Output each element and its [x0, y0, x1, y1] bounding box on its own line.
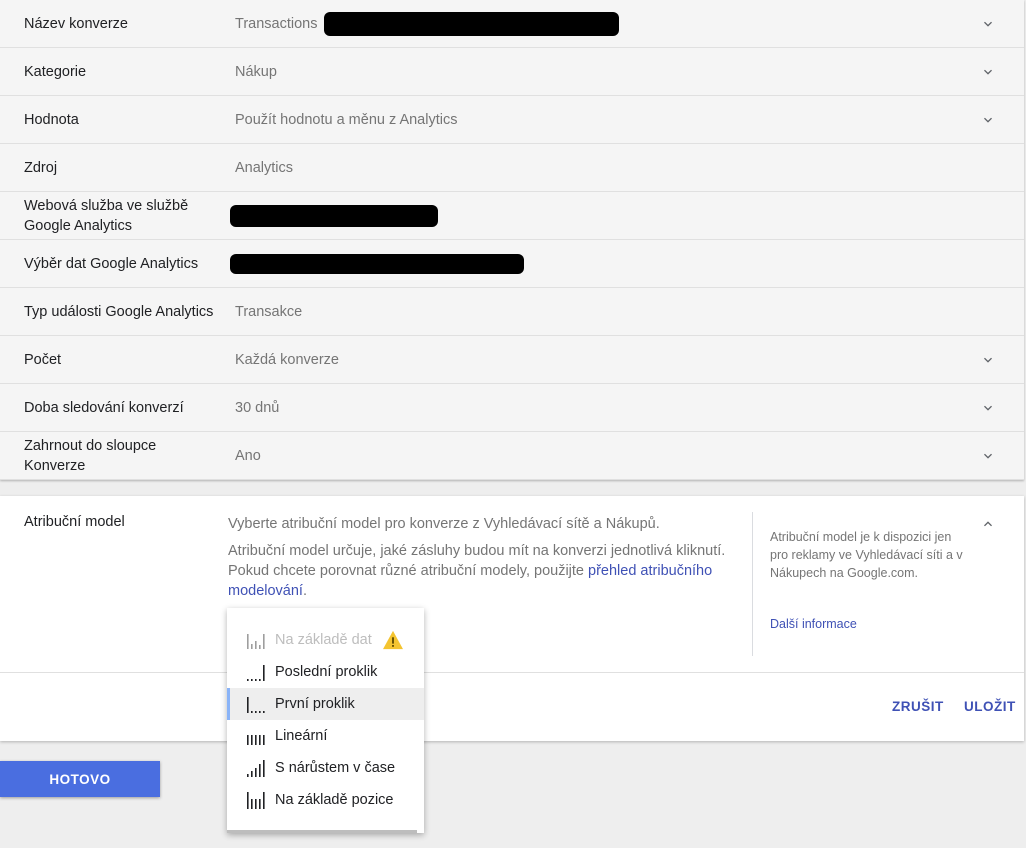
option-label: Na základě dat: [275, 632, 372, 648]
redacted-block: [230, 253, 524, 274]
chevron-down-icon[interactable]: [980, 448, 996, 464]
done-button[interactable]: HOTOVO: [0, 761, 160, 797]
setting-value: Nákup: [235, 63, 277, 80]
setting-row-view: Výběr dat Google Analytics: [0, 240, 1024, 288]
vertical-divider: [752, 512, 753, 656]
option-label: Poslední proklik: [275, 664, 378, 680]
chevron-down-icon[interactable]: [980, 400, 996, 416]
conversion-name-text: Transactions: [235, 15, 318, 32]
setting-label: Hodnota: [24, 111, 79, 128]
setting-label: Doba sledování konverzí: [24, 399, 184, 416]
setting-row-event-type: Typ události Google Analytics Transakce: [0, 288, 1024, 336]
setting-row-web-property: Webová služba ve službě Google Analytics: [0, 192, 1024, 240]
setting-row-name[interactable]: Název konverze Transactions: [0, 0, 1024, 48]
setting-value: 30 dnů: [235, 399, 280, 416]
first-click-icon: [247, 697, 265, 713]
option-position-based[interactable]: Na základě pozice: [227, 784, 424, 816]
setting-label: Zdroj: [24, 159, 58, 176]
setting-value: Analytics: [235, 159, 294, 176]
setting-label: Typ události Google Analytics: [24, 303, 214, 320]
setting-row-value[interactable]: Hodnota Použít hodnotu a měnu z Analytic…: [0, 96, 1024, 144]
setting-value: Ano: [235, 447, 261, 464]
setting-row-include-in-conversions[interactable]: Zahrnout do sloupce Konverze Ano: [0, 432, 1024, 480]
chevron-down-icon[interactable]: [980, 16, 996, 32]
setting-value: Transakce: [235, 303, 303, 320]
attribution-model-card: Atribuční model Vyberte atribuční model …: [0, 496, 1024, 741]
option-label: První proklik: [275, 696, 355, 712]
option-data-driven: Na základě dat: [227, 624, 424, 656]
time-decay-icon: [247, 760, 265, 777]
setting-value: [230, 253, 524, 274]
setting-label: Výběr dat Google Analytics: [24, 255, 199, 272]
setting-label: Zahrnout do sloupce Konverze: [24, 437, 157, 474]
learn-more-link[interactable]: Další informace: [770, 617, 857, 631]
setting-row-conversion-window[interactable]: Doba sledování konverzí 30 dnů: [0, 384, 1024, 432]
setting-value: Transactions: [235, 11, 619, 36]
conversion-settings-list: Název konverze Transactions Kategorie Ná…: [0, 0, 1024, 480]
setting-value: [230, 204, 438, 227]
setting-label: Název konverze: [24, 15, 128, 32]
setting-value: Každá konverze: [235, 351, 339, 368]
cancel-button[interactable]: ZRUŠIT: [892, 699, 944, 714]
option-time-decay[interactable]: S nárůstem v čase: [227, 752, 424, 784]
option-linear[interactable]: Lineární: [227, 720, 424, 752]
option-last-click[interactable]: Poslední proklik: [227, 656, 424, 688]
option-label: Lineární: [275, 728, 328, 744]
chevron-down-icon[interactable]: [980, 112, 996, 128]
horizontal-divider: [0, 672, 1024, 673]
attribution-description: Atribuční model určuje, jaké zásluhy bud…: [228, 541, 728, 601]
setting-row-count[interactable]: Počet Každá konverze: [0, 336, 1024, 384]
redacted-block: [323, 11, 619, 36]
option-label: Na základě pozice: [275, 792, 394, 808]
option-first-click[interactable]: První proklik: [227, 688, 424, 720]
save-button[interactable]: ULOŽIT: [964, 699, 1016, 714]
data-driven-icon: [247, 634, 265, 649]
option-label: S nárůstem v čase: [275, 760, 396, 776]
attribution-intro: Vyberte atribuční model pro konverze z V…: [228, 516, 660, 532]
warning-icon: [382, 630, 403, 650]
dropdown-scroll-bar: [227, 830, 417, 833]
setting-label: Počet: [24, 351, 62, 368]
position-based-icon: [247, 792, 265, 809]
redacted-block: [230, 204, 438, 227]
attribution-model-dropdown: Na základě dat Poslední proklik První pr…: [227, 608, 424, 833]
attribution-label: Atribuční model: [24, 514, 125, 530]
attribution-description-suffix: .: [302, 583, 307, 599]
chevron-down-icon[interactable]: [980, 352, 996, 368]
chevron-up-icon[interactable]: [980, 516, 996, 532]
linear-icon: [247, 735, 265, 745]
attribution-side-note: Atribuční model je k dispozici jen pro r…: [770, 530, 963, 580]
setting-value: Použít hodnotu a měnu z Analytics: [235, 111, 458, 128]
setting-row-category[interactable]: Kategorie Nákup: [0, 48, 1024, 96]
setting-label: Webová služba ve službě Google Analytics: [24, 197, 189, 234]
chevron-down-icon[interactable]: [980, 64, 996, 80]
setting-row-source: Zdroj Analytics: [0, 144, 1024, 192]
last-click-icon: [247, 665, 265, 681]
setting-label: Kategorie: [24, 63, 87, 80]
